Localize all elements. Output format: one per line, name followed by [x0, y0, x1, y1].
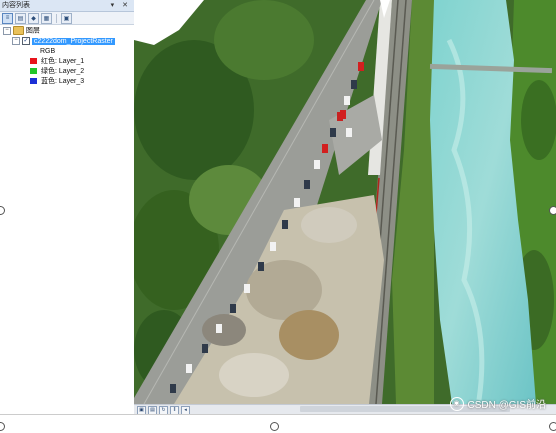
raster-layer-row[interactable]: − ✓ c2222dom_ProjectRaster [12, 37, 115, 47]
blue-band-swatch-icon[interactable] [30, 78, 37, 85]
resize-handle[interactable] [270, 422, 279, 431]
panel-title-bar: 内容列表 ▾ ✕ [0, 0, 134, 12]
layers-folder-icon [12, 26, 24, 35]
aerial-raster-image [134, 0, 556, 404]
panel-title: 内容列表 [2, 2, 30, 9]
panel-window-controls[interactable]: ▾ ✕ [111, 0, 131, 11]
raster-layer-name[interactable]: c2222dom_ProjectRaster [31, 38, 115, 45]
list-by-drawing-order-icon[interactable]: ≡ [2, 12, 13, 24]
layer-visibility-checkbox[interactable]: ✓ [21, 37, 30, 46]
list-by-visibility-icon[interactable]: ◆ [28, 12, 39, 24]
band-color-label: 蓝色: [40, 78, 57, 85]
collapse-icon[interactable]: − [3, 26, 11, 35]
band-color-label: 红色: [40, 58, 57, 65]
band-row[interactable]: 红色: Layer_1 [30, 57, 84, 67]
band-layer-name: Layer_1 [58, 58, 85, 65]
red-band-swatch-icon[interactable] [30, 58, 37, 65]
list-by-selection-icon[interactable]: ▦ [41, 12, 52, 24]
band-row[interactable]: 绿色: Layer_2 [30, 67, 84, 77]
resize-handle[interactable] [549, 206, 556, 215]
layers-root-label: 图层 [25, 27, 40, 35]
toolbar-separator [56, 13, 57, 23]
resize-handle[interactable] [549, 422, 556, 431]
map-view[interactable] [134, 0, 556, 404]
watermark-text: CSDN @GIS前沿 [467, 400, 547, 411]
options-icon[interactable]: ▣ [61, 12, 72, 24]
list-by-source-icon[interactable]: ▤ [15, 12, 26, 24]
wechat-logo-icon: ◉ [449, 396, 464, 411]
band-color-label: 绿色: [40, 68, 57, 75]
table-of-contents-panel: 内容列表 ▾ ✕ ≡ ▤ ◆ ▦ ▣ − 图层 − ✓ c2222dom_Pro… [0, 0, 135, 414]
tree-root-row[interactable]: − 图层 [3, 26, 40, 36]
band-layer-name: Layer_3 [58, 78, 85, 85]
watermark: ◉ CSDN @GIS前沿 [449, 396, 547, 411]
band-layer-name: Layer_2 [58, 68, 85, 75]
green-band-swatch-icon[interactable] [30, 68, 37, 75]
toc-toolbar: ≡ ▤ ◆ ▦ ▣ [0, 12, 134, 25]
band-row[interactable]: 蓝色: Layer_3 [30, 77, 84, 87]
collapse-icon[interactable]: − [12, 37, 20, 46]
rgb-label-row: RGB [40, 47, 55, 57]
rgb-label: RGB [40, 48, 56, 55]
